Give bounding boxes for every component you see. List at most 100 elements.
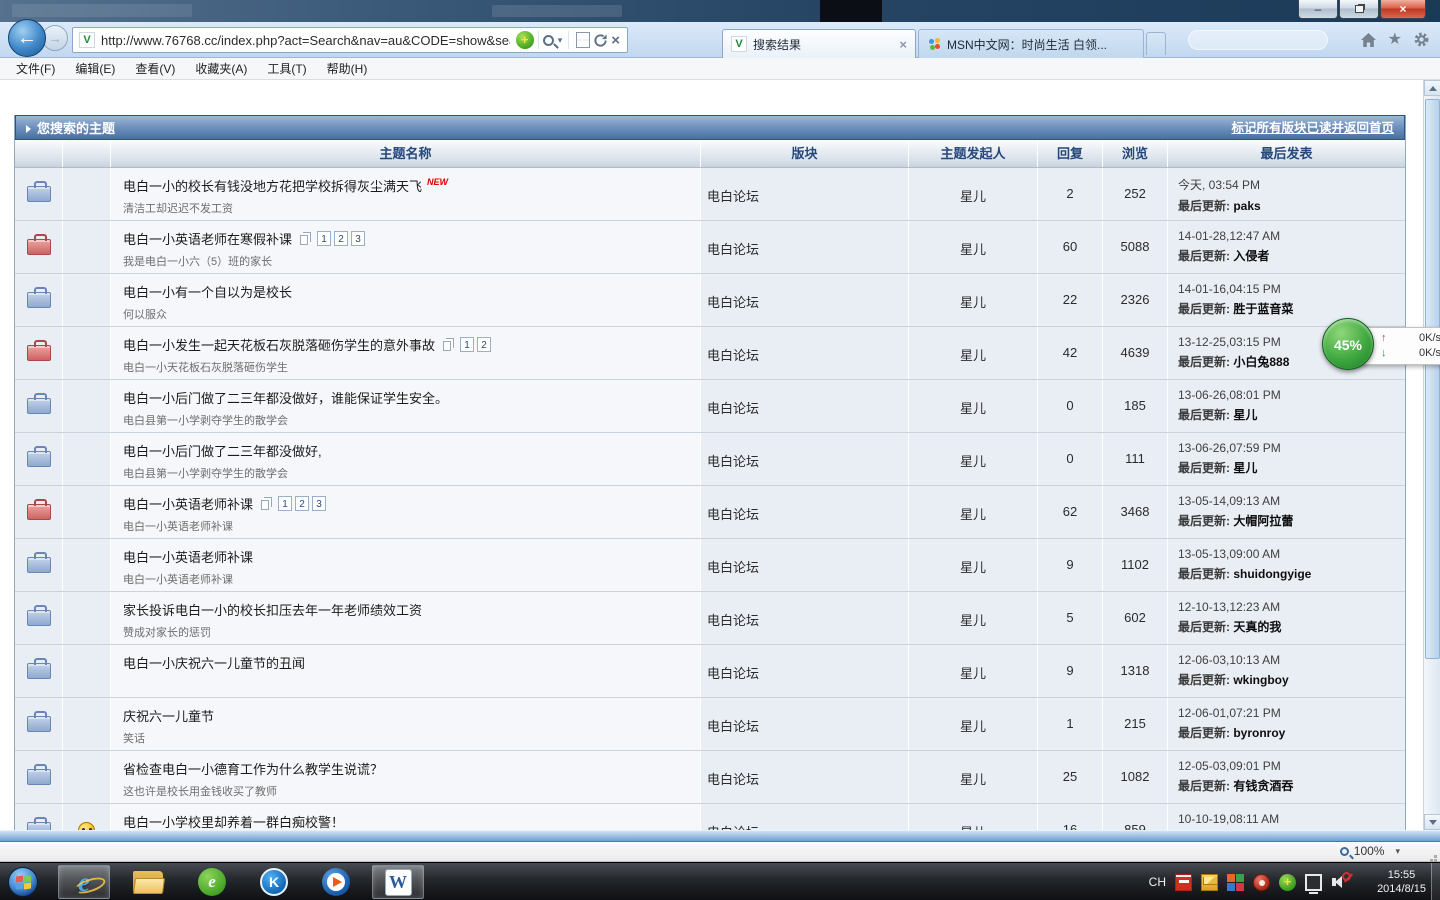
starter-link[interactable]: 星儿 [960, 666, 986, 681]
last-updater-link[interactable]: 有钱贪酒吞 [1233, 779, 1293, 793]
menu-item[interactable]: 查看(V) [125, 58, 185, 80]
taskbar-word-icon[interactable]: W [372, 865, 424, 899]
show-desktop-button[interactable] [1431, 863, 1440, 900]
taskbar-player-icon[interactable] [310, 865, 362, 899]
forum-link[interactable]: 电白论坛 [707, 613, 759, 628]
scroll-down-button[interactable] [1424, 814, 1440, 830]
home-icon[interactable] [1360, 32, 1377, 48]
tray-app-icon-1[interactable] [1175, 874, 1192, 891]
last-updater-link[interactable]: 小白兔888 [1233, 355, 1289, 369]
taskbar-explorer-icon[interactable] [122, 865, 174, 899]
mark-read-link[interactable]: 标记所有版块已读并返回首页 [1231, 116, 1394, 141]
topic-title-link[interactable]: 电白一小庆祝六一儿童节的丑闻 [123, 653, 305, 672]
page-number-link[interactable]: 1 [278, 496, 292, 511]
last-updater-link[interactable]: 星儿 [1233, 408, 1257, 422]
starter-link[interactable]: 星儿 [960, 719, 986, 734]
topic-title-link[interactable]: 电白一小英语老师补课 [123, 547, 253, 566]
last-updater-link[interactable]: wkingboy [1233, 673, 1288, 687]
taskbar-ie-icon[interactable]: e [58, 865, 110, 899]
starter-link[interactable]: 星儿 [960, 242, 986, 257]
browser-tab[interactable]: V搜索结果× [722, 29, 916, 58]
menu-item[interactable]: 收藏夹(A) [185, 58, 257, 80]
favorites-star-icon[interactable]: ★ [1388, 32, 1402, 48]
starter-link[interactable]: 星儿 [960, 295, 986, 310]
page-number-link[interactable]: 2 [295, 496, 309, 511]
start-button[interactable] [8, 867, 38, 897]
topic-title-link[interactable]: 电白一小的校长有钱没地方花把学校拆得灰尘满天飞 [123, 176, 422, 195]
address-bar[interactable]: V http://www.76768.cc/index.php?act=Sear… [72, 27, 628, 53]
language-indicator[interactable]: CH [1149, 875, 1166, 889]
starter-link[interactable]: 星儿 [960, 454, 986, 469]
taskbar-kugou-icon[interactable]: K [248, 865, 300, 899]
forum-link[interactable]: 电白论坛 [707, 348, 759, 363]
taskbar-clock[interactable]: 15:55 2014/8/15 [1377, 868, 1426, 896]
forum-link[interactable]: 电白论坛 [707, 666, 759, 681]
page-number-link[interactable]: 1 [460, 337, 474, 352]
menu-item[interactable]: 帮助(H) [317, 58, 378, 80]
page-number-link[interactable]: 2 [334, 231, 348, 246]
last-updater-link[interactable]: 胜于蓝音菜 [1233, 302, 1293, 316]
restore-button[interactable] [1339, 0, 1379, 19]
tray-security-shield-icon[interactable]: + [1279, 874, 1296, 891]
page-number-link[interactable]: 2 [477, 337, 491, 352]
forum-link[interactable]: 电白论坛 [707, 401, 759, 416]
starter-link[interactable]: 星儿 [960, 189, 986, 204]
search-icon[interactable] [543, 35, 554, 46]
last-updater-link[interactable]: 天真的我 [1233, 620, 1281, 634]
forum-link[interactable]: 电白论坛 [707, 454, 759, 469]
menu-item[interactable]: 工具(T) [257, 58, 316, 80]
url-text[interactable]: http://www.76768.cc/index.php?act=Search… [101, 33, 510, 48]
vertical-scrollbar[interactable] [1423, 80, 1440, 830]
minimize-button[interactable]: – [1298, 0, 1338, 19]
topic-title-link[interactable]: 电白一小有一个自以为是校长 [123, 282, 292, 301]
topic-title-link[interactable]: 家长投诉电白一小的校长扣压去年一年老师绩效工资 [123, 600, 422, 619]
last-updater-link[interactable]: byronroy [1233, 726, 1285, 740]
browser-tab[interactable]: MSN中文网：时尚生活 白领... [918, 29, 1144, 58]
last-updater-link[interactable]: 星儿 [1233, 461, 1257, 475]
tab-close-icon[interactable]: × [899, 37, 907, 52]
scrollbar-thumb[interactable] [1425, 99, 1440, 659]
menu-item[interactable]: 编辑(E) [65, 58, 125, 80]
page-number-link[interactable]: 3 [312, 496, 326, 511]
zoom-dropdown-caret[interactable]: ▾ [1395, 846, 1400, 857]
topic-title-link[interactable]: 电白一小后门做了二三年都没做好，谁能保证学生安全。 [123, 388, 448, 407]
zoom-control[interactable]: 100% ▾ [1334, 843, 1406, 859]
last-updater-link[interactable]: shuidongyige [1233, 567, 1311, 581]
starter-link[interactable]: 星儿 [960, 772, 986, 787]
starter-link[interactable]: 星儿 [960, 560, 986, 575]
topic-title-link[interactable]: 电白一小发生一起天花板石灰脱落砸伤学生的意外事故 [123, 335, 435, 354]
network-icon[interactable] [1305, 874, 1322, 891]
starter-link[interactable]: 星儿 [960, 401, 986, 416]
forum-link[interactable]: 电白论坛 [707, 560, 759, 575]
last-updater-link[interactable]: 入侵者 [1233, 249, 1269, 263]
stop-icon[interactable]: × [611, 32, 620, 49]
tray-app-icon-2[interactable] [1227, 874, 1244, 891]
starter-link[interactable]: 星儿 [960, 348, 986, 363]
tray-mail-icon[interactable] [1201, 874, 1218, 891]
last-updater-link[interactable]: 大帽阿拉蕾 [1233, 514, 1293, 528]
forum-link[interactable]: 电白论坛 [707, 772, 759, 787]
forum-link[interactable]: 电白论坛 [707, 189, 759, 204]
search-dropdown-caret[interactable]: ▾ [558, 35, 563, 46]
scroll-up-button[interactable] [1424, 80, 1440, 96]
topic-title-link[interactable]: 省检查电白一小德育工作为什么教学生说谎？ [123, 759, 383, 778]
topic-title-link[interactable]: 电白一小英语老师在寒假补课 [123, 229, 292, 248]
topic-title-link[interactable]: 电白一小英语老师补课 [123, 494, 253, 513]
last-updater-link[interactable]: paks [1233, 199, 1260, 213]
page-number-link[interactable]: 3 [351, 231, 365, 246]
download-progress-circle[interactable]: 45% [1322, 318, 1374, 370]
back-button[interactable]: ← [8, 19, 46, 57]
topic-title-link[interactable]: 电白一小后门做了二三年都没做好, [123, 441, 322, 460]
close-button[interactable]: × [1380, 0, 1426, 19]
page-number-link[interactable]: 1 [317, 231, 331, 246]
taskbar-360browser-icon[interactable]: e [186, 865, 238, 899]
new-tab-button[interactable] [1146, 32, 1166, 55]
download-widget[interactable]: ↑0K/s ↓0K/s 45% [1322, 318, 1434, 372]
menu-item[interactable]: 文件(F) [6, 58, 65, 80]
forum-link[interactable]: 电白论坛 [707, 242, 759, 257]
safety-shield-icon[interactable]: + [516, 31, 534, 49]
tray-app-icon-3[interactable] [1253, 874, 1270, 891]
topic-title-link[interactable]: 庆祝六一儿童节 [123, 706, 214, 725]
forum-link[interactable]: 电白论坛 [707, 719, 759, 734]
settings-gear-icon[interactable] [1413, 31, 1430, 48]
